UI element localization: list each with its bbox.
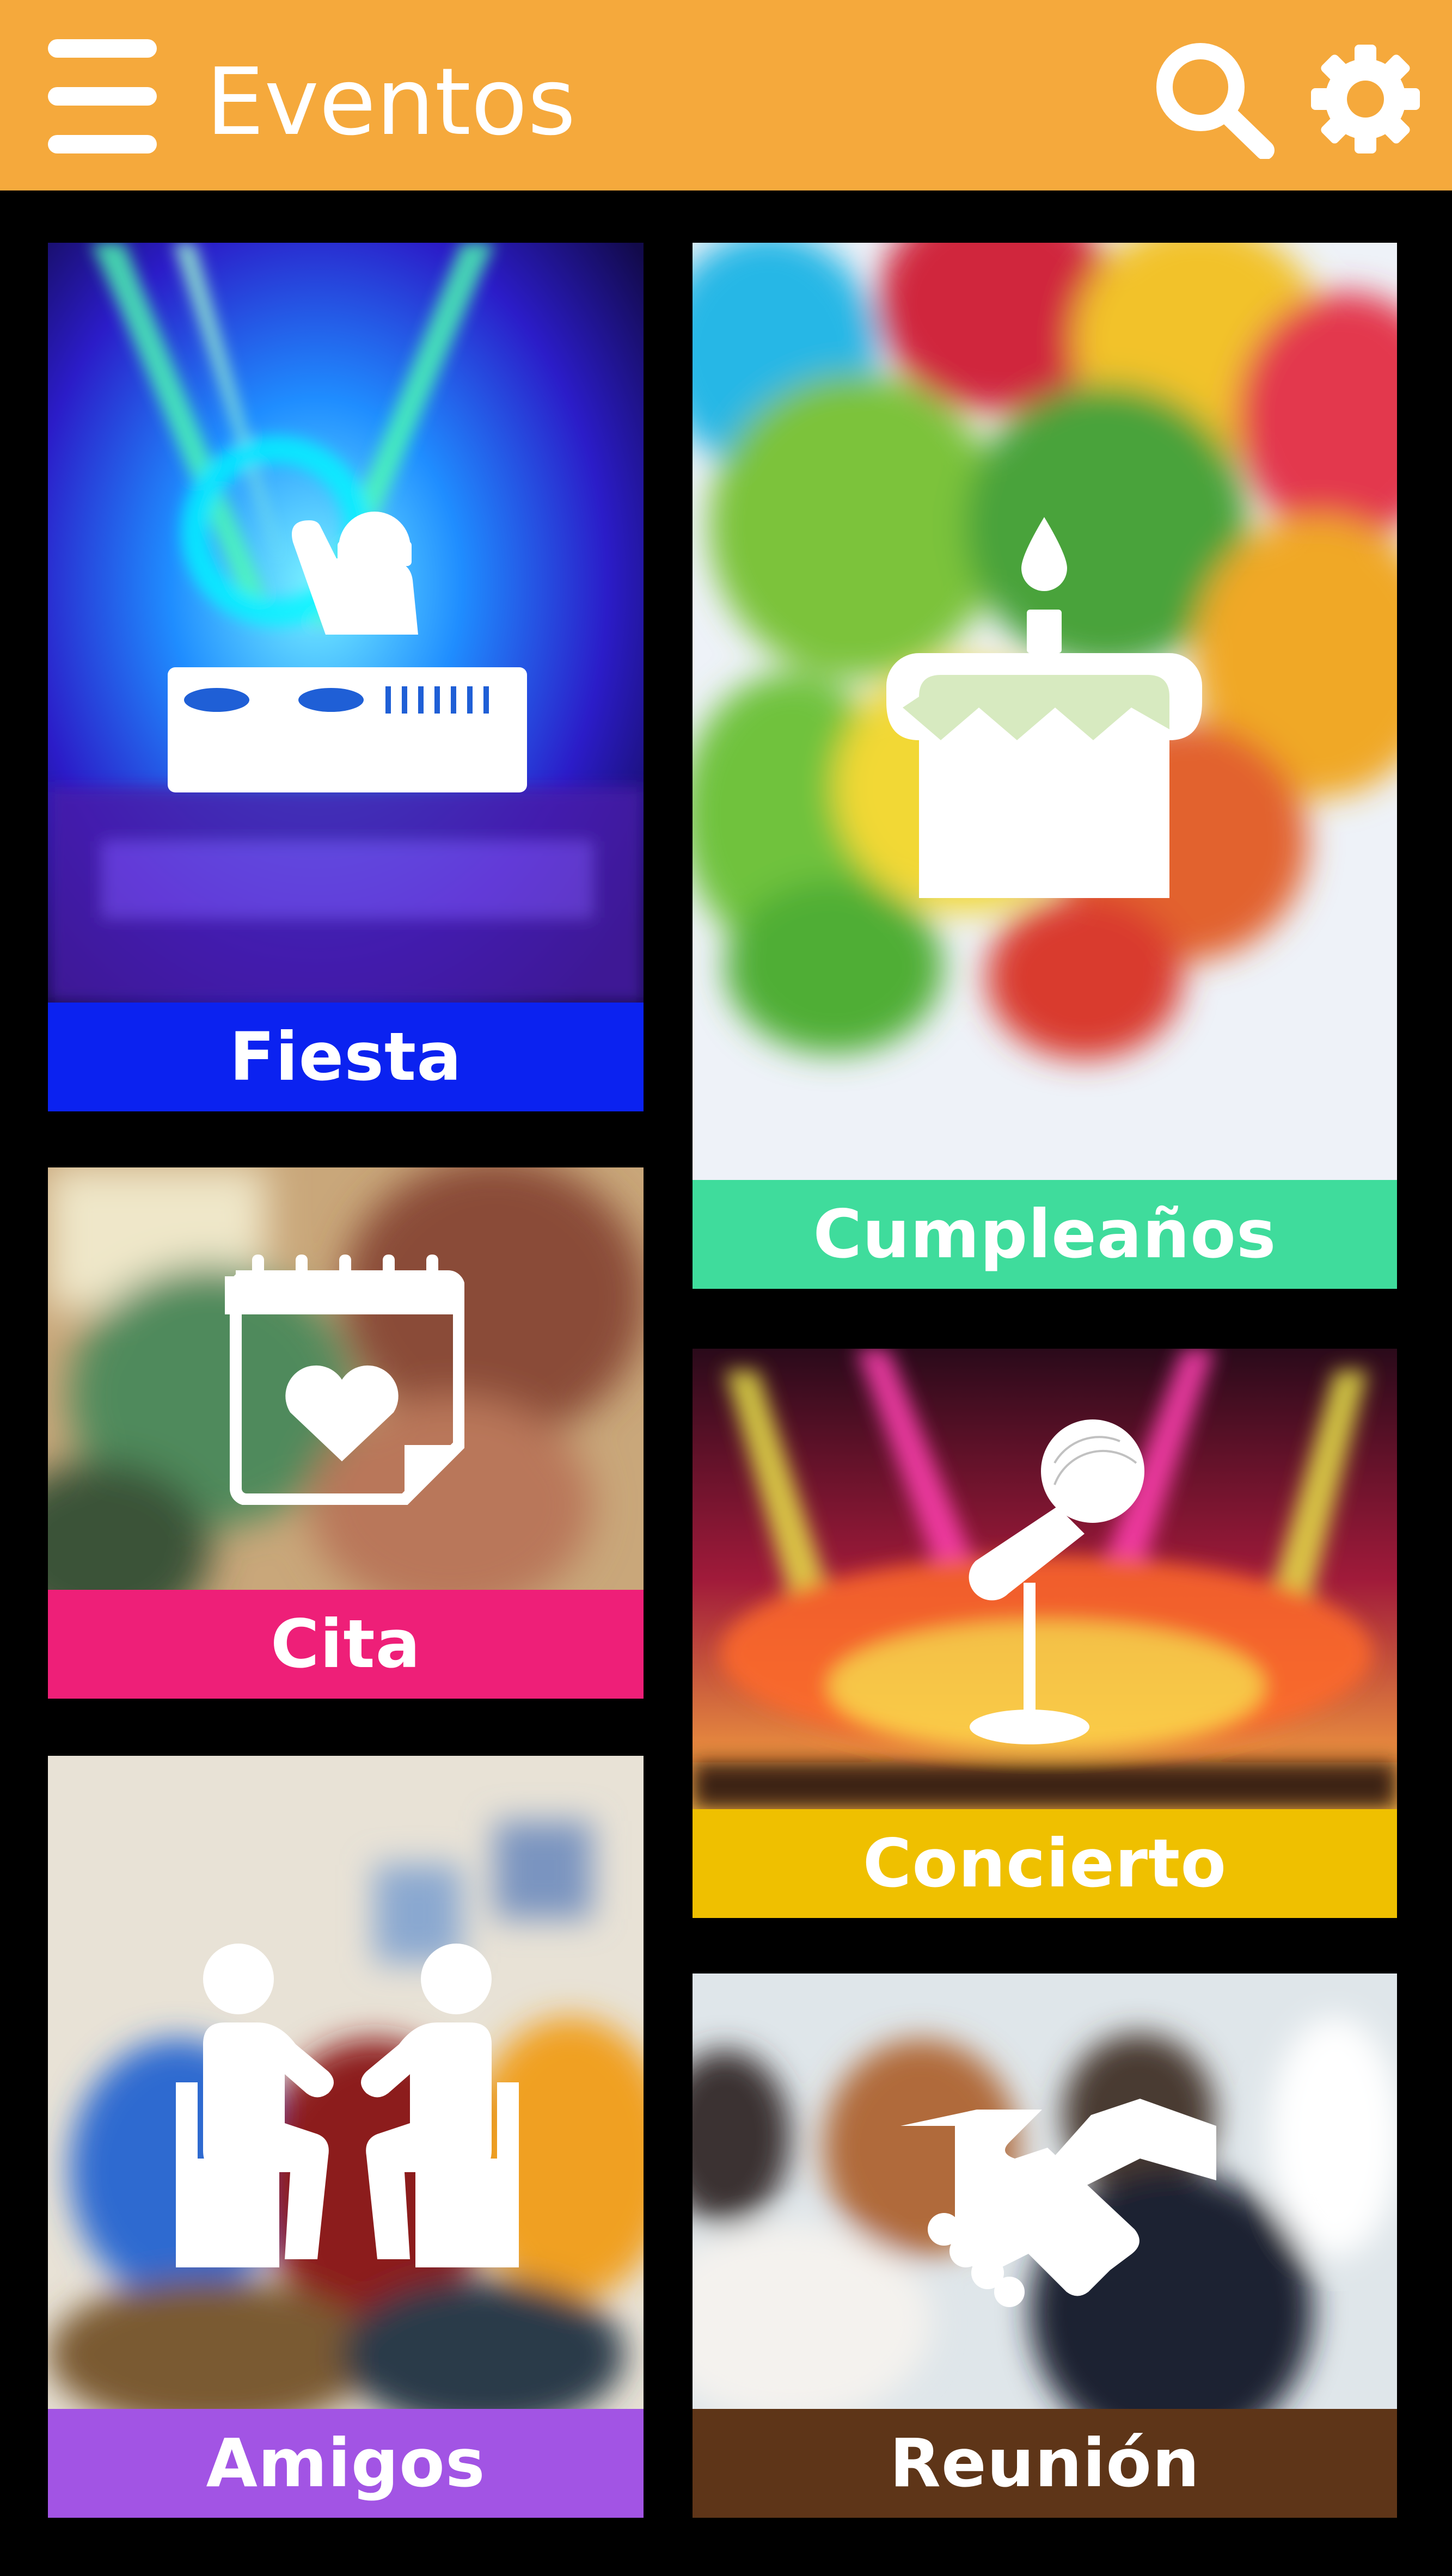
cumpleanos-photo: [693, 243, 1397, 1180]
reunion-label-bar: Reunión: [693, 2409, 1397, 2518]
friends-icon: [176, 1944, 519, 2267]
cita-label-bar: Cita: [48, 1590, 644, 1699]
fiesta-photo: [48, 243, 644, 1003]
event-tile-fiesta[interactable]: Fiesta: [48, 243, 644, 1111]
event-tile-reunion[interactable]: Reunión: [693, 1974, 1397, 2518]
app-bar: Eventos: [0, 0, 1452, 190]
gear-icon: [1311, 45, 1420, 153]
app-title: Eventos: [206, 48, 576, 156]
concierto-label-bar: Concierto: [693, 1809, 1397, 1918]
fiesta-label: Fiesta: [229, 1018, 462, 1096]
search-button[interactable]: [1151, 39, 1277, 159]
cita-label: Cita: [271, 1606, 421, 1683]
search-icon: [1156, 43, 1275, 159]
cumpleanos-label-bar: Cumpleaños: [693, 1180, 1397, 1289]
concierto-photo: [693, 1349, 1397, 1809]
dj-icon: [168, 512, 527, 792]
amigos-label: Amigos: [206, 2425, 486, 2502]
reunion-label: Reunión: [890, 2425, 1200, 2502]
microphone-icon: [969, 1419, 1144, 1744]
calendar-heart-icon: [225, 1255, 464, 1505]
amigos-label-bar: Amigos: [48, 2409, 644, 2518]
cumpleanos-label: Cumpleaños: [813, 1196, 1277, 1273]
amigos-photo: [48, 1756, 644, 2409]
event-tile-concierto[interactable]: Concierto: [693, 1349, 1397, 1918]
fiesta-label-bar: Fiesta: [48, 1003, 644, 1111]
reunion-photo: [693, 1974, 1397, 2409]
settings-button[interactable]: [1306, 39, 1425, 159]
concierto-label: Concierto: [862, 1825, 1227, 1902]
event-tile-cumpleanos[interactable]: Cumpleaños: [693, 243, 1397, 1289]
cita-photo: [48, 1167, 644, 1590]
hamburger-menu-icon: [48, 39, 157, 153]
handshake-icon: [900, 2099, 1216, 2307]
birthday-cake-icon: [886, 517, 1202, 898]
event-tile-amigos[interactable]: Amigos: [48, 1756, 644, 2518]
menu-button[interactable]: [48, 39, 157, 153]
event-tile-cita[interactable]: Cita: [48, 1167, 644, 1699]
